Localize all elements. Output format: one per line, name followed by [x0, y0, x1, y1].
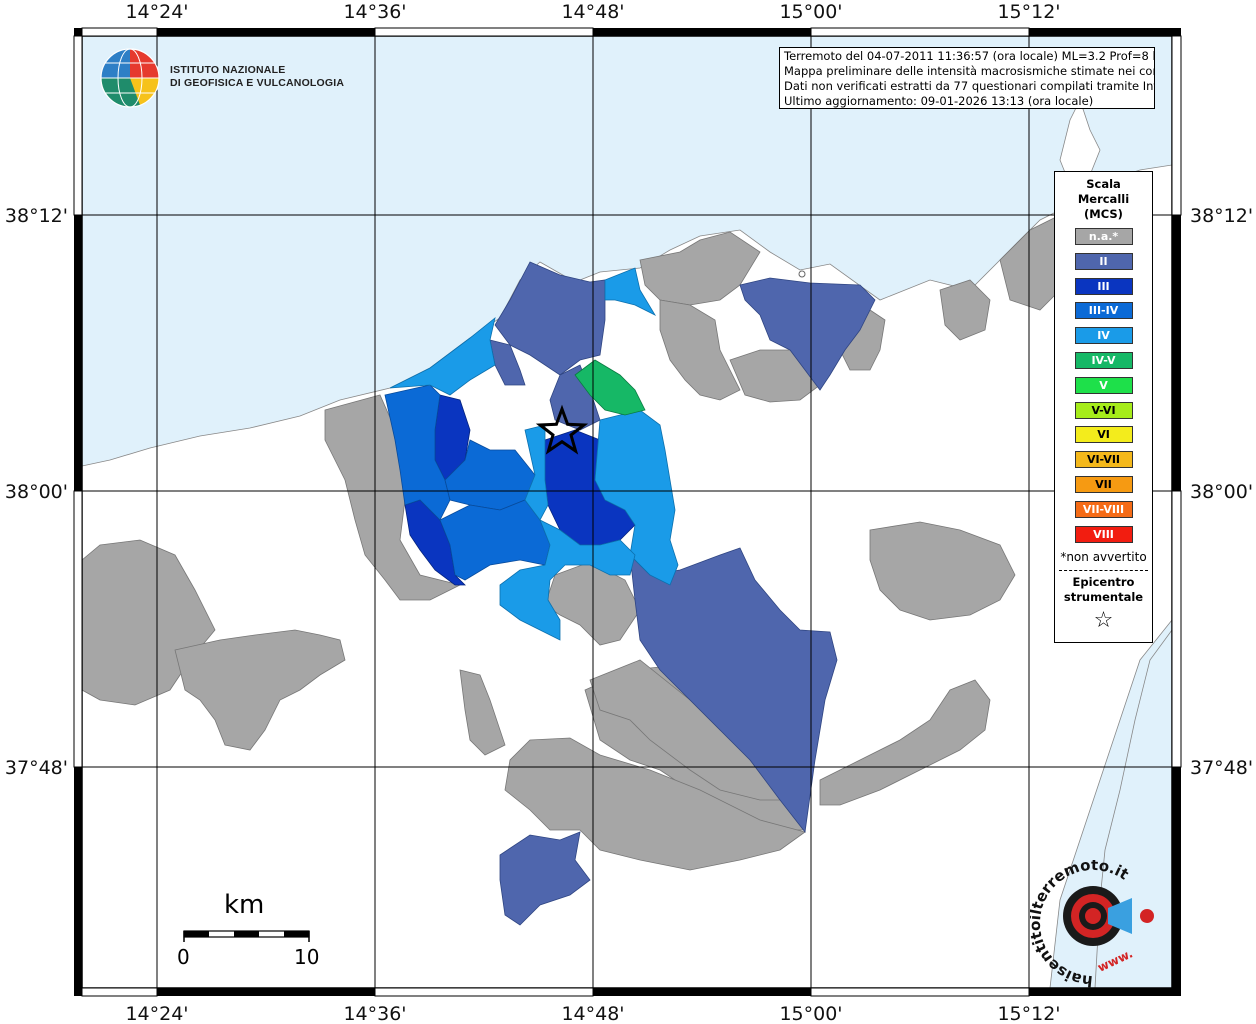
lon-label: 14°24' — [125, 1, 188, 23]
legend-title-line: Scala — [1086, 177, 1121, 191]
legend-item-ii: II — [1074, 252, 1133, 270]
scale-unit: km — [224, 890, 265, 920]
legend-item-vi-vii: VI-VII — [1074, 451, 1133, 469]
legend-item-vii-viii: VII-VIII — [1074, 500, 1133, 518]
legend-star-icon: ☆ — [1093, 608, 1114, 634]
legend-item-iii: III — [1074, 277, 1133, 295]
legend-item-iv: IV — [1074, 327, 1133, 345]
legend-item-na: n.a.* — [1074, 228, 1133, 245]
haisentito-www: www. — [1095, 946, 1135, 974]
legend-item-viii: VIII — [1074, 525, 1133, 543]
legend-items: n.a.* II III III-IV IV IV-V V V-VI VI VI… — [1055, 228, 1152, 543]
legend-separator — [1059, 570, 1148, 572]
lon-label: 15°12' — [997, 1003, 1060, 1024]
info-line: Mappa preliminare delle intensità macros… — [784, 64, 1155, 78]
legend-title-line: Mercalli — [1077, 192, 1130, 206]
lon-label: 15°12' — [997, 1, 1060, 23]
lon-label: 15°00' — [779, 1003, 842, 1024]
lat-labels-left: 38°12' 38°00' 37°48' — [5, 205, 68, 779]
haisentito-ring-text: haisentitoilterremoto.it — [1030, 860, 1132, 990]
lon-label: 15°00' — [779, 1, 842, 23]
ingv-line1: ISTITUTO NAZIONALE — [170, 64, 286, 76]
lat-label: 37°48' — [5, 757, 68, 779]
legend-item-iii-iv: III-IV — [1074, 302, 1133, 320]
ingv-line2: DI GEOFISICA E VULCANOLOGIA — [170, 77, 345, 89]
info-line: Dati non verificati estratti da 77 quest… — [784, 79, 1155, 93]
lon-label: 14°48' — [561, 1, 624, 23]
ingv-logo-text: ISTITUTO NAZIONALE DI GEOFISICA E VULCAN… — [170, 64, 344, 90]
lon-labels-bottom: 14°24' 14°36' 14°48' 15°00' 15°12' — [125, 1003, 1060, 1024]
lat-label: 38°12' — [1190, 205, 1253, 227]
mcs-legend: Scala Mercalli (MCS) n.a.* II III III-IV… — [1054, 171, 1153, 643]
legend-title: Scala Mercalli (MCS) — [1055, 177, 1152, 222]
legend-item-v: V — [1074, 376, 1133, 394]
lat-label: 38°12' — [5, 205, 68, 227]
legend-epicenter-line: strumentale — [1063, 590, 1144, 605]
scale-bar-labels: km 0 10 — [170, 890, 330, 980]
lon-labels-top: 14°24' 14°36' 14°48' 15°00' 15°12' — [125, 1, 1060, 23]
legend-epicenter-line: Epicentro — [1072, 575, 1135, 590]
info-line: Terremoto del 04-07-2011 11:36:57 (ora l… — [784, 49, 1155, 63]
info-line: Ultimo aggiornamento: 09-01-2026 13:13 (… — [784, 94, 1094, 108]
legend-item-iv-v: IV-V — [1074, 351, 1133, 369]
lon-label: 14°36' — [343, 1003, 406, 1024]
lat-label: 38°00' — [5, 481, 68, 503]
scale-max: 10 — [294, 945, 320, 969]
map-stage: 14°24' 14°36' 14°48' 15°00' 15°12' 14°24… — [0, 0, 1256, 1024]
event-info-box: Terremoto del 04-07-2011 11:36:57 (ora l… — [779, 47, 1155, 109]
haisentito-ring-path: haisentitoilterremoto.it — [1030, 860, 1132, 990]
lon-label: 14°48' — [561, 1003, 624, 1024]
legend-title-line: (MCS) — [1084, 207, 1123, 221]
lon-label: 14°24' — [125, 1003, 188, 1024]
scale-min: 0 — [177, 945, 190, 969]
legend-item-vii: VII — [1074, 475, 1133, 493]
lat-label: 38°00' — [1190, 481, 1253, 503]
legend-item-v-vi: V-VI — [1074, 401, 1133, 419]
lon-label: 14°36' — [343, 1, 406, 23]
lat-label: 37°48' — [1190, 757, 1253, 779]
lat-labels-right: 38°12' 38°00' 37°48' — [1190, 205, 1253, 779]
legend-item-vi: VI — [1074, 426, 1133, 444]
legend-note: *non avvertito — [1060, 550, 1147, 565]
haisentito-ring: haisentitoilterremoto.it www. — [1030, 860, 1135, 990]
legend-epicenter-label: Epicentro strumentale — [1055, 575, 1152, 605]
ingv-globe-icon — [100, 48, 160, 108]
